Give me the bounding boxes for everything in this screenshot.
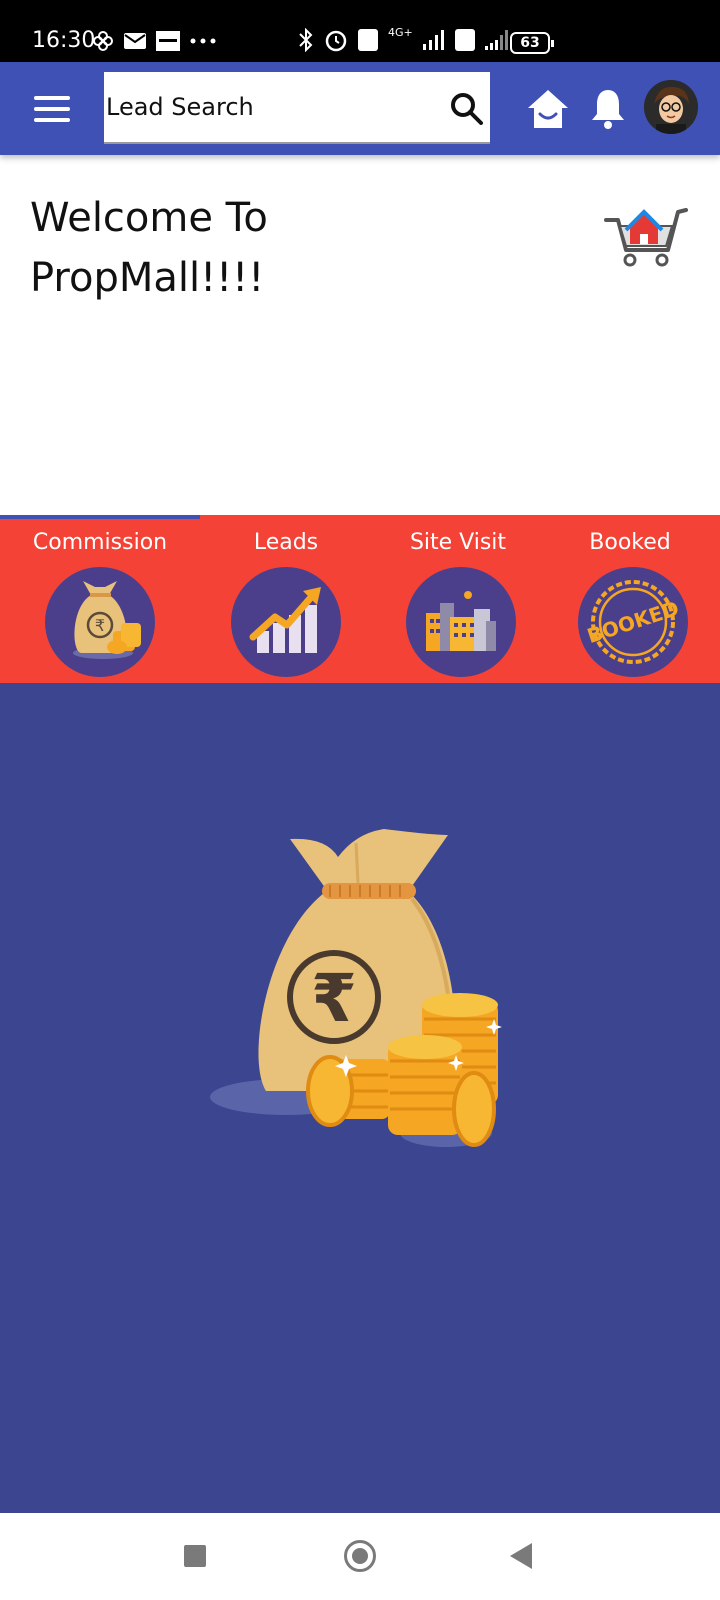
welcome-line-1: Welcome To [30, 195, 268, 241]
fan-icon [93, 31, 113, 51]
tab-label: Site Visit [409, 530, 507, 555]
recent-apps-button[interactable] [184, 1545, 206, 1567]
back-button[interactable] [510, 1543, 532, 1569]
lead-search-input[interactable] [104, 72, 434, 142]
more-icon [190, 38, 216, 44]
status-right-icons: 4G+ [298, 25, 511, 52]
network-type: 4G+ [388, 25, 413, 39]
money-bag-illustration: ₹ [210, 829, 502, 1147]
status-left-icons [92, 30, 216, 52]
commission-tab-icon: ₹ [45, 567, 155, 677]
home-nav-button[interactable] [344, 1540, 376, 1572]
signal-icon-2 [484, 30, 508, 50]
search-icon[interactable] [450, 92, 484, 126]
tab-label: Booked [589, 530, 671, 555]
home-icon[interactable] [526, 88, 570, 130]
bluetooth-icon [299, 28, 313, 52]
svg-text:₹: ₹ [95, 616, 105, 635]
status-bar: 16:30 4G+ 63 [0, 0, 720, 62]
status-time: 16:30 [32, 28, 96, 53]
tab-commission[interactable]: Commission ₹ [10, 515, 190, 683]
app-bar [0, 62, 720, 155]
signal-icon [422, 30, 444, 50]
alarm-icon [325, 30, 347, 52]
tab-label: Leads [253, 530, 319, 555]
category-tab-bar: Commission ₹ Leads Site Visit Booked BOO… [0, 515, 720, 683]
menu-button[interactable] [34, 96, 70, 122]
svg-text:₹: ₹ [311, 960, 357, 1037]
tab-booked[interactable]: Booked BOOKED [540, 515, 720, 683]
tab-content-panel: ₹ [0, 683, 720, 1513]
system-nav-bar [0, 1513, 720, 1600]
app-notification-icon [156, 31, 180, 51]
leads-tab-icon [231, 567, 341, 677]
volte-icon [358, 29, 378, 51]
bell-icon[interactable] [590, 86, 626, 130]
avatar[interactable] [644, 80, 698, 134]
battery-icon: 63 [510, 32, 554, 54]
welcome-line-2: PropMall!!!! [30, 255, 265, 301]
volte-icon-2 [454, 29, 475, 51]
site-visit-tab-icon [406, 567, 516, 677]
mail-icon [124, 33, 146, 49]
tab-site-visit[interactable]: Site Visit [368, 515, 548, 683]
tab-leads[interactable]: Leads [196, 515, 376, 683]
welcome-heading: Welcome To PropMall!!!! [30, 188, 450, 308]
shopping-cart-home-icon[interactable] [604, 204, 688, 268]
search-box[interactable] [104, 72, 490, 144]
tab-label: Commission [32, 530, 168, 555]
booked-tab-icon: BOOKED [578, 567, 688, 677]
